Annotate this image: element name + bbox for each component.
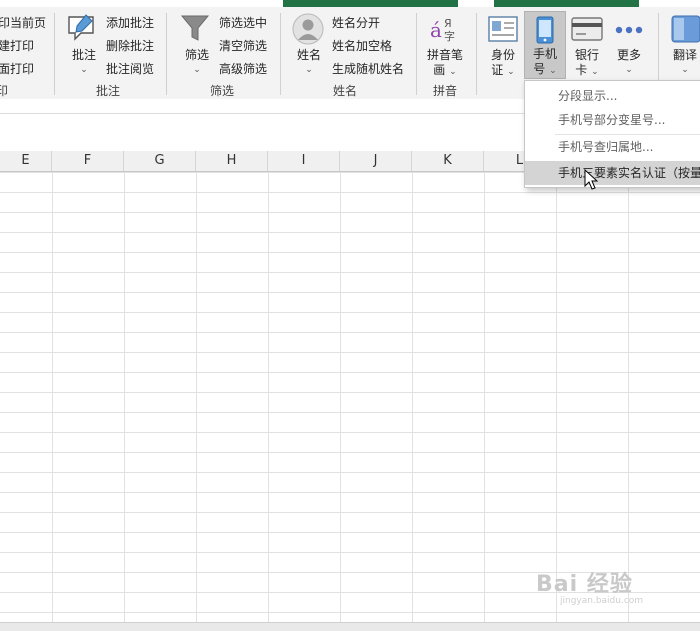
menu-item-three-factor-auth[interactable]: 手机三要素实名认证（按量	[525, 161, 700, 185]
id-card-button[interactable]: 身份 证 ⌄	[483, 48, 523, 80]
phone-number-button[interactable]: 手机 号 ⌄	[524, 11, 566, 79]
filter-group-label: 筛选	[210, 84, 235, 98]
translate-button[interactable]: 翻译 ⌄	[665, 48, 700, 78]
column-header-f[interactable]: F	[52, 151, 124, 171]
comment-icon	[66, 13, 98, 46]
chevron-down-icon: ⌄	[681, 65, 689, 75]
column-header-j[interactable]: J	[340, 151, 412, 171]
baidu-watermark-url: jingyan.baidu.com	[560, 596, 644, 606]
spreadsheet-grid[interactable]	[0, 172, 700, 622]
grid-line	[556, 172, 557, 622]
split-name-button[interactable]: 姓名分开	[332, 15, 380, 31]
column-header-i[interactable]: I	[268, 151, 340, 171]
pinyin-icon: á Я 字	[430, 15, 460, 46]
column-header-e[interactable]: E	[0, 151, 52, 171]
phone-dropdown-menu: 分段显示... 手机号部分变星号... 手机号查归属地... 手机三要素实名认证…	[524, 80, 700, 188]
chevron-down-icon: ⌄	[549, 66, 557, 76]
clear-filter-button[interactable]: 清空筛选	[219, 38, 267, 54]
print-current-page-button[interactable]: 印当前页	[0, 15, 46, 31]
pinyin-stroke-button[interactable]: 拼音笔 画 ⌄	[423, 48, 467, 80]
delete-comment-button[interactable]: 删除批注	[106, 38, 154, 54]
comment-group-label: 批注	[96, 84, 121, 98]
menu-item-mask-phone[interactable]: 手机号部分变星号...	[525, 108, 700, 132]
filter-selected-button[interactable]: 筛选选中	[219, 15, 267, 31]
chevron-down-icon: ⌄	[80, 65, 88, 75]
column-header-k[interactable]: K	[412, 151, 484, 171]
grid-line	[124, 172, 125, 622]
grid-line	[412, 172, 413, 622]
group-divider	[166, 13, 167, 95]
svg-text:á: á	[430, 18, 442, 42]
chevron-down-icon: ⌄	[507, 67, 515, 77]
grid-line	[340, 172, 341, 622]
active-tab-accent-2	[494, 0, 639, 7]
id-card-icon	[488, 16, 518, 45]
group-divider	[280, 13, 281, 95]
column-header-h[interactable]: H	[196, 151, 268, 171]
person-avatar-icon	[292, 13, 324, 48]
advanced-filter-button[interactable]: 高级筛选	[219, 61, 267, 77]
mouse-cursor-icon	[584, 168, 599, 194]
grid-line	[628, 172, 629, 622]
print-group-label: 印	[0, 84, 9, 98]
pinyin-group-label: 拼音	[433, 84, 458, 98]
add-comment-button[interactable]: 添加批注	[106, 15, 154, 31]
grid-line	[268, 172, 269, 622]
group-divider	[416, 13, 417, 95]
group-divider	[54, 13, 55, 95]
svg-text:字: 字	[444, 29, 455, 43]
translate-icon	[671, 15, 700, 46]
print-build-button[interactable]: 建打印	[0, 38, 34, 54]
review-comment-button[interactable]: 批注阅览	[106, 61, 154, 77]
group-divider	[476, 13, 477, 95]
name-group-label: 姓名	[333, 84, 358, 98]
menu-item-segment-display[interactable]: 分段显示...	[525, 84, 700, 108]
random-name-button[interactable]: 生成随机姓名	[332, 61, 404, 77]
grid-line	[484, 172, 485, 622]
phone-number-label: 手机 号 ⌄	[532, 47, 557, 76]
mobile-phone-icon	[536, 16, 554, 47]
active-tab-accent	[283, 0, 458, 7]
chevron-down-icon: ⌄	[193, 65, 201, 75]
name-button[interactable]: 姓名 ⌄	[289, 48, 329, 78]
comment-button[interactable]: 批注 ⌄	[64, 48, 104, 78]
filter-funnel-icon	[180, 13, 210, 46]
column-header-g[interactable]: G	[124, 151, 196, 171]
menu-item-phone-location[interactable]: 手机号查归属地...	[525, 135, 700, 159]
bank-card-icon	[571, 17, 603, 44]
svg-text:Я: Я	[444, 17, 452, 30]
more-button[interactable]: 更多 ⌄	[609, 48, 649, 78]
more-dots-icon	[614, 24, 644, 38]
chevron-down-icon: ⌄	[591, 67, 599, 77]
chevron-down-icon: ⌄	[625, 65, 633, 75]
bank-card-button[interactable]: 银行 卡 ⌄	[567, 48, 607, 80]
grid-line	[196, 172, 197, 622]
grid-line	[52, 172, 53, 622]
title-accent-bar	[0, 0, 700, 7]
baidu-watermark: Bai 经验	[536, 572, 633, 597]
filter-button[interactable]: 筛选 ⌄	[177, 48, 217, 78]
name-add-space-button[interactable]: 姓名加空格	[332, 38, 392, 54]
chevron-down-icon: ⌄	[305, 65, 313, 75]
chevron-down-icon: ⌄	[449, 67, 457, 77]
print-page-button[interactable]: 面打印	[0, 61, 34, 77]
